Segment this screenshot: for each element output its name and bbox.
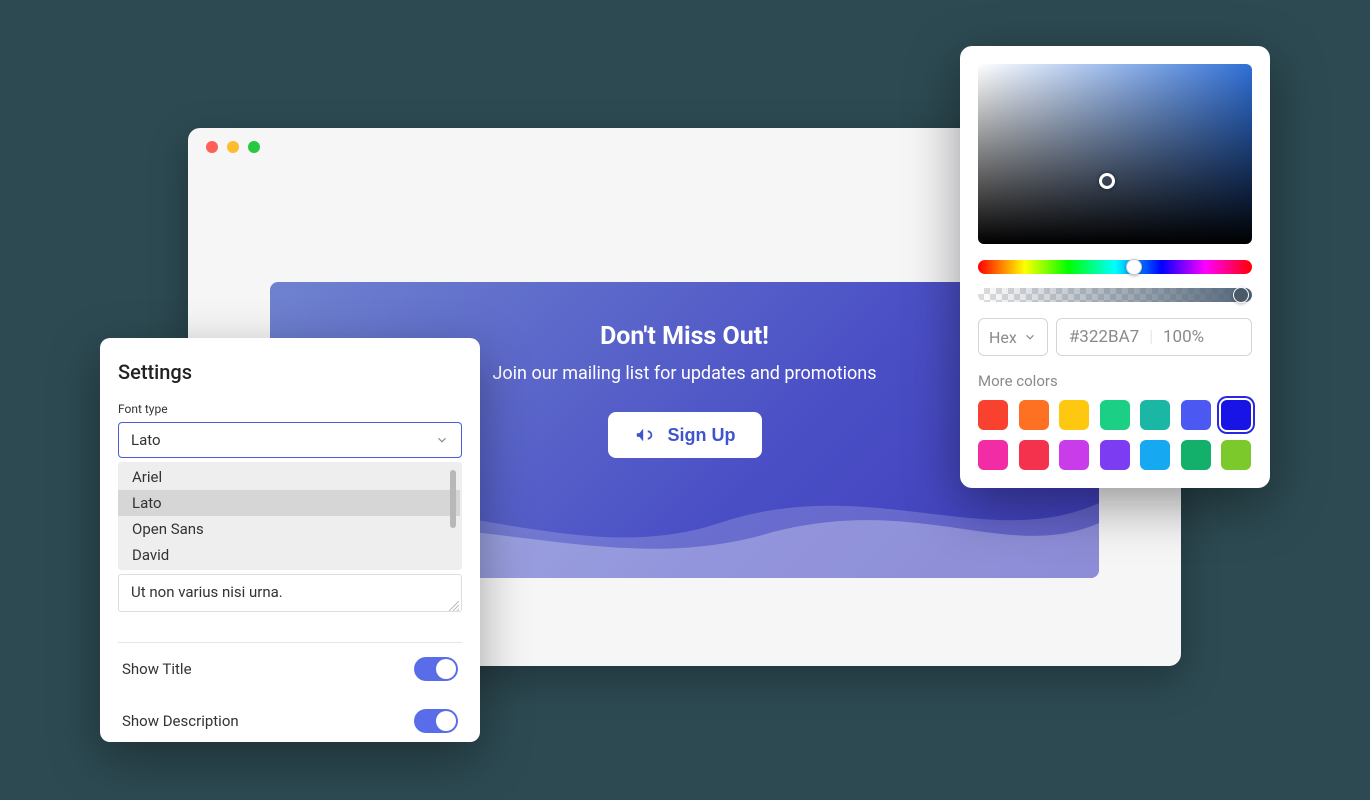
description-textarea[interactable]: Ut non varius nisi urna. xyxy=(118,574,462,612)
megaphone-icon xyxy=(634,424,656,446)
font-option[interactable]: Ariel xyxy=(118,464,460,490)
font-option[interactable]: David xyxy=(118,542,460,568)
color-swatch[interactable] xyxy=(1100,440,1130,470)
font-type-select[interactable]: Lato xyxy=(118,422,462,458)
signup-button[interactable]: Sign Up xyxy=(608,412,762,458)
dropdown-scrollbar[interactable] xyxy=(450,470,456,528)
color-value-row: Hex #322BA7 | 100% xyxy=(978,318,1252,356)
color-format-select[interactable]: Hex xyxy=(978,318,1048,356)
color-format-label: Hex xyxy=(989,328,1017,347)
hero-subtitle: Join our mailing list for updates and pr… xyxy=(492,363,876,384)
font-type-label: Font type xyxy=(118,402,462,416)
window-minimize-button[interactable] xyxy=(227,141,239,153)
description-text: Ut non varius nisi urna. xyxy=(131,583,283,601)
font-option[interactable]: Lato xyxy=(118,490,460,516)
show-title-toggle[interactable] xyxy=(414,657,458,681)
window-close-button[interactable] xyxy=(206,141,218,153)
saturation-thumb[interactable] xyxy=(1099,173,1115,189)
color-swatch[interactable] xyxy=(1221,440,1251,470)
more-colors-label: More colors xyxy=(978,372,1252,390)
signup-button-label: Sign Up xyxy=(668,425,736,446)
color-swatch[interactable] xyxy=(978,440,1008,470)
separator: | xyxy=(1149,327,1153,347)
color-swatch[interactable] xyxy=(1181,400,1211,430)
window-maximize-button[interactable] xyxy=(248,141,260,153)
color-swatch[interactable] xyxy=(1100,400,1130,430)
hue-slider[interactable] xyxy=(978,260,1252,274)
show-title-row: Show Title xyxy=(118,643,462,695)
show-description-label: Show Description xyxy=(122,712,239,730)
resize-handle[interactable] xyxy=(447,597,459,609)
show-description-row: Show Description xyxy=(118,695,462,747)
saturation-field[interactable] xyxy=(978,64,1252,244)
color-swatch[interactable] xyxy=(1181,440,1211,470)
color-hex-input[interactable]: #322BA7 | 100% xyxy=(1056,318,1252,356)
settings-panel: Settings Font type Lato Ariel Lato Open … xyxy=(100,338,480,742)
chevron-down-icon xyxy=(435,433,449,447)
color-swatch[interactable] xyxy=(1059,440,1089,470)
color-swatch[interactable] xyxy=(1221,400,1251,430)
hue-thumb[interactable] xyxy=(1126,259,1142,275)
font-option[interactable]: Open Sans xyxy=(118,516,460,542)
font-type-dropdown: Ariel Lato Open Sans David xyxy=(118,462,462,570)
font-type-selected: Lato xyxy=(131,431,161,449)
settings-title: Settings xyxy=(118,360,462,384)
show-description-toggle[interactable] xyxy=(414,709,458,733)
color-picker: Hex #322BA7 | 100% More colors xyxy=(960,46,1270,488)
color-swatch[interactable] xyxy=(1059,400,1089,430)
color-swatch[interactable] xyxy=(1140,440,1170,470)
hero-title: Don't Miss Out! xyxy=(600,322,769,351)
alpha-slider[interactable] xyxy=(978,288,1252,302)
color-hex-value: #322BA7 xyxy=(1069,327,1139,347)
color-swatch[interactable] xyxy=(978,400,1008,430)
alpha-thumb[interactable] xyxy=(1233,287,1249,303)
show-title-label: Show Title xyxy=(122,660,192,678)
color-opacity-value: 100% xyxy=(1163,327,1204,347)
swatch-grid xyxy=(978,400,1252,470)
chevron-down-icon xyxy=(1023,330,1037,344)
color-swatch[interactable] xyxy=(1019,400,1049,430)
color-swatch[interactable] xyxy=(1019,440,1049,470)
color-swatch[interactable] xyxy=(1140,400,1170,430)
